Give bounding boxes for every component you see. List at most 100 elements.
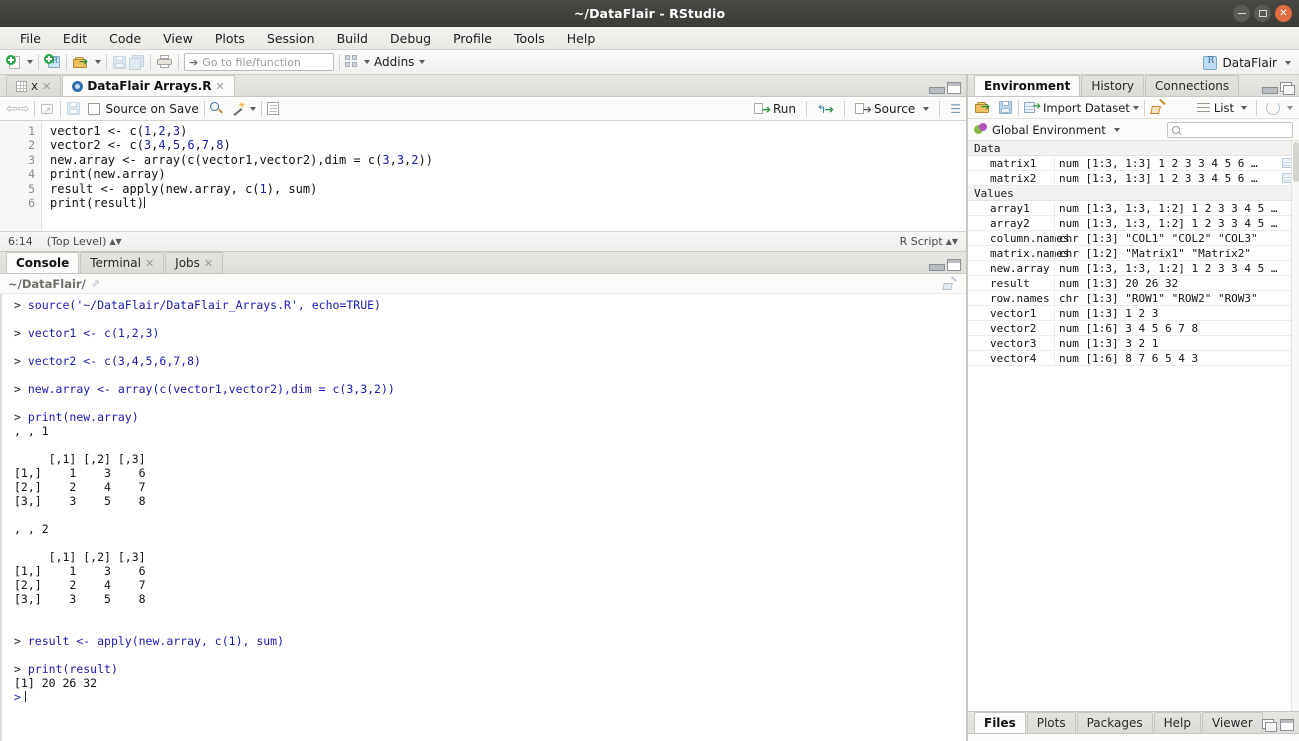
load-workspace-icon[interactable]: ➔ <box>974 100 992 115</box>
environment-row[interactable]: vector3 num [1:3] 3 2 1 <box>968 336 1299 351</box>
save-workspace-icon[interactable] <box>998 100 1013 115</box>
addins-label[interactable]: Addins <box>374 55 414 69</box>
refresh-dropdown-icon[interactable] <box>1287 105 1293 110</box>
project-selector[interactable]: R DataFlair <box>1203 50 1291 75</box>
environment-row[interactable]: row.names chr [1:3] "ROW1" "ROW2" "ROW3" <box>968 291 1299 306</box>
view-mode-label[interactable]: List <box>1214 101 1234 115</box>
tab-packages[interactable]: Packages <box>1076 712 1153 733</box>
clear-console-icon[interactable] <box>942 275 958 291</box>
project-dropdown-icon[interactable] <box>1285 60 1291 65</box>
environment-row[interactable]: column.names chr [1:3] "COL1" "COL2" "COL… <box>968 231 1299 246</box>
close-icon[interactable]: ✕ <box>204 257 213 270</box>
tab-environment[interactable]: Environment <box>974 75 1081 96</box>
console-output[interactable]: > source('~/DataFlair/DataFlair_Arrays.R… <box>0 294 966 741</box>
forward-arrow-icon[interactable]: ⇨ <box>18 102 30 116</box>
maximize-button[interactable] <box>1254 5 1271 22</box>
environment-row[interactable]: array2 num [1:3, 1:3, 1:2] 1 2 3 3 4 5 … <box>968 216 1299 231</box>
environment-row[interactable]: vector4 num [1:6] 8 7 6 5 4 3 <box>968 351 1299 366</box>
menu-view[interactable]: View <box>152 29 204 48</box>
minimize-pane-icon[interactable] <box>1262 83 1278 94</box>
minimize-button[interactable] <box>1233 5 1250 22</box>
file-type-selector[interactable]: R Script ▲▼ <box>900 235 958 248</box>
minimize-pane-icon[interactable] <box>929 83 945 94</box>
code-tools-dropdown-icon[interactable] <box>249 106 256 111</box>
code-line[interactable]: print(new.array) <box>50 167 966 181</box>
print-icon[interactable] <box>156 55 173 69</box>
code-line[interactable]: result <- apply(new.array, c(1), sum) <box>50 182 966 196</box>
environment-search-input[interactable] <box>1167 121 1293 138</box>
tab-files[interactable]: Files <box>974 712 1026 733</box>
environment-row[interactable]: array1 num [1:3, 1:3, 1:2] 1 2 3 3 4 5 … <box>968 201 1299 216</box>
compile-report-icon[interactable] <box>266 102 279 115</box>
environment-object-list[interactable]: Data matrix1 num [1:3, 1:3] 1 2 3 3 4 5 6 … <box>968 141 1299 711</box>
code-line[interactable]: new.array <- array(c(vector1,vector2),di… <box>50 153 966 167</box>
maximize-pane-icon[interactable] <box>947 259 961 271</box>
menu-tools[interactable]: Tools <box>503 29 556 48</box>
maximize-pane-icon[interactable] <box>1280 82 1295 95</box>
import-dataset-dropdown-icon[interactable] <box>1132 105 1139 110</box>
tab-terminal[interactable]: Terminal ✕ <box>80 252 165 273</box>
environment-row[interactable]: matrix1 num [1:3, 1:3] 1 2 3 3 4 5 6 … <box>968 156 1299 171</box>
open-file-icon[interactable]: ➔ <box>72 55 90 70</box>
new-file-icon[interactable] <box>6 54 22 70</box>
tab-history[interactable]: History <box>1081 75 1145 96</box>
working-directory-path[interactable]: ~/DataFlair/ <box>8 277 86 291</box>
source-tab-x[interactable]: x ✕ <box>6 75 62 96</box>
new-file-dropdown-icon[interactable] <box>27 60 33 64</box>
menu-session[interactable]: Session <box>256 29 326 48</box>
menu-profile[interactable]: Profile <box>442 29 503 48</box>
menu-build[interactable]: Build <box>326 29 379 48</box>
environment-row[interactable]: vector1 num [1:3] 1 2 3 <box>968 306 1299 321</box>
code-scope[interactable]: (Top Level) <box>47 235 107 248</box>
save-all-icon[interactable] <box>129 54 145 70</box>
menu-file[interactable]: File <box>9 29 52 48</box>
file-type-stepper-icon[interactable]: ▲▼ <box>946 237 958 246</box>
code-editor[interactable]: 123456 vector1 <- c(1,2,3) vector2 <- c(3… <box>0 121 966 231</box>
open-file-dropdown-icon[interactable] <box>95 60 101 64</box>
scrollbar-thumb[interactable] <box>1293 142 1299 182</box>
code-line[interactable]: vector2 <- c(3,4,5,6,7,8) <box>50 138 966 152</box>
refresh-icon[interactable] <box>1266 100 1280 115</box>
menu-debug[interactable]: Debug <box>379 29 442 48</box>
source-dropdown-icon[interactable] <box>923 107 930 111</box>
environment-scope-label[interactable]: Global Environment <box>992 123 1106 137</box>
close-icon[interactable]: ✕ <box>42 80 51 93</box>
view-in-files-icon[interactable]: ⇗ <box>91 277 100 290</box>
save-document-icon[interactable] <box>66 101 81 116</box>
tab-plots[interactable]: Plots <box>1026 712 1076 733</box>
code-line[interactable]: vector1 <- c(1,2,3) <box>50 124 966 138</box>
scope-stepper-icon[interactable]: ▲▼ <box>109 237 121 246</box>
tab-connections[interactable]: Connections <box>1145 75 1240 96</box>
list-view-icon[interactable] <box>1196 102 1210 113</box>
environment-scope-dropdown-icon[interactable] <box>1113 127 1120 132</box>
code-content[interactable]: vector1 <- c(1,2,3) vector2 <- c(3,4,5,6,… <box>42 121 966 231</box>
source-tab-dataflair-arrays[interactable]: DataFlair Arrays.R ✕ <box>62 75 235 96</box>
menu-help[interactable]: Help <box>556 29 607 48</box>
clear-objects-icon[interactable] <box>1149 98 1166 115</box>
workspace-panes-dropdown-icon[interactable] <box>364 60 370 64</box>
source-button[interactable]: ➔ Source <box>855 102 915 116</box>
addins-dropdown-icon[interactable] <box>419 60 426 64</box>
tab-console[interactable]: Console <box>6 252 80 273</box>
close-button[interactable]: ✕ <box>1275 5 1292 22</box>
environment-row[interactable]: matrix.names chr [1:2] "Matrix1" "Matrix2… <box>968 246 1299 261</box>
tab-help[interactable]: Help <box>1153 712 1201 733</box>
rerun-icon[interactable]: ↰ ➔ <box>817 103 834 115</box>
environment-row[interactable]: vector2 num [1:6] 3 4 5 6 7 8 <box>968 321 1299 336</box>
code-tools-icon[interactable]: ✳ <box>232 101 247 116</box>
close-icon[interactable]: ✕ <box>145 257 154 270</box>
environment-row[interactable]: matrix2 num [1:3, 1:3] 1 2 3 3 4 5 6 … <box>968 171 1299 186</box>
close-icon[interactable]: ✕ <box>215 80 224 93</box>
maximize-pane-icon[interactable] <box>947 82 961 94</box>
new-project-icon[interactable] <box>44 54 61 70</box>
document-outline-icon[interactable]: ☰ <box>950 102 961 116</box>
import-dataset-label[interactable]: Import Dataset <box>1043 101 1130 115</box>
workspace-panes-icon[interactable] <box>345 55 359 69</box>
menu-code[interactable]: Code <box>98 29 152 48</box>
tab-jobs[interactable]: Jobs ✕ <box>165 252 224 273</box>
show-in-new-window-icon[interactable]: ↗ <box>40 102 55 116</box>
source-on-save-checkbox[interactable] <box>88 102 101 115</box>
environment-scrollbar[interactable] <box>1291 141 1299 711</box>
menu-plots[interactable]: Plots <box>204 29 256 48</box>
back-arrow-icon[interactable]: ⇦ <box>6 102 18 116</box>
